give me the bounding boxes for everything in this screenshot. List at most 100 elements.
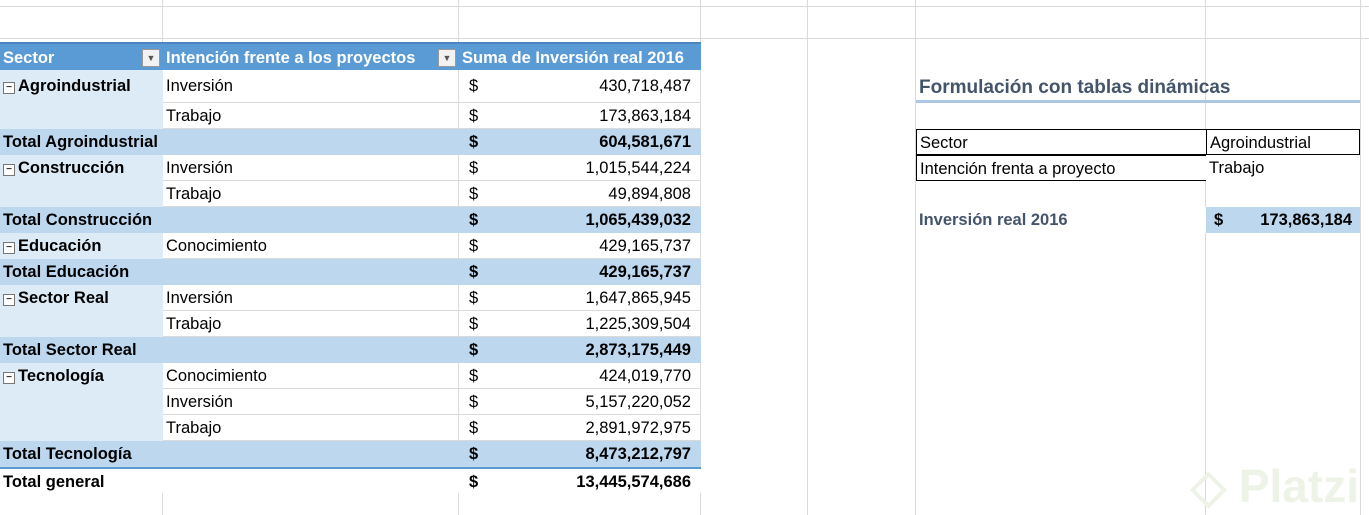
row-sector[interactable] [0,415,163,441]
header-label: Suma de Inversión real 2016 [462,49,684,67]
sector-label: Construcción [18,159,125,177]
row-sector[interactable] [0,311,163,337]
value-amount: 429,165,737 [599,237,691,255]
row-value[interactable]: $1,225,309,504 [459,311,701,337]
total-label: Total Construcción [0,207,459,233]
row-intent[interactable]: Conocimiento [163,233,459,259]
currency-symbol: $ [469,315,479,333]
row-sector[interactable] [0,389,163,415]
row-sector[interactable] [0,181,163,207]
currency-symbol: $ [469,445,479,463]
sector-label: Agroindustrial [18,77,131,95]
currency-symbol: $ [469,159,479,177]
row-intent[interactable]: Conocimiento [163,363,459,389]
sector-label: Sector Real [18,289,109,307]
filter-dropdown-icon[interactable]: ▼ [142,49,160,67]
platzi-watermark-logo: ◇ Platzi [1190,460,1359,512]
value-amount: 2,891,972,975 [585,419,691,437]
value-amount: 429,165,737 [599,263,691,281]
total-label: Total Educación [0,259,459,285]
value-amount: 1,065,439,032 [585,211,691,229]
header-sum[interactable]: Suma de Inversión real 2016 [459,42,701,70]
row-sector[interactable]: − Construcción [0,155,163,181]
row-value[interactable]: $1,015,544,224 [459,155,701,181]
sector-label: Educación [18,237,102,255]
collapse-icon[interactable]: − [3,242,15,254]
value-amount: 13,445,574,686 [576,473,691,491]
collapse-icon[interactable]: − [3,372,15,384]
collapse-icon[interactable]: − [3,82,15,94]
row-sector[interactable] [0,103,163,129]
row-intent[interactable]: Trabajo [163,103,459,129]
currency-symbol: $ [469,237,479,255]
currency-symbol: $ [1214,211,1224,229]
row-value[interactable]: $1,065,439,032 [459,207,701,233]
grand-total-label: Total general [0,467,459,493]
row-value[interactable]: $49,894,808 [459,181,701,207]
currency-symbol: $ [469,393,479,411]
currency-symbol: $ [469,133,479,151]
filter-dropdown-icon[interactable]: ▼ [438,49,456,67]
sector-label: Sector [916,129,1207,155]
row-value[interactable]: $2,891,972,975 [459,415,701,441]
row-sector[interactable]: − Tecnología [0,363,163,389]
row-intent[interactable]: Inversión [163,70,459,103]
currency-symbol: $ [469,77,479,95]
row-value[interactable]: $1,647,865,945 [459,285,701,311]
currency-symbol: $ [469,473,479,491]
watermark-text: Platzi [1238,460,1359,512]
result-value: 173,863,184 [1260,211,1352,229]
intent-value-cell[interactable]: Trabajo [1206,155,1360,181]
result-cell[interactable]: $ 173,863,184 [1206,207,1360,233]
row-sector[interactable]: − Agroindustrial [0,70,163,103]
collapse-icon[interactable]: − [3,294,15,306]
value-amount: 1,225,309,504 [585,315,691,333]
sector-value-cell[interactable]: Agroindustrial [1206,129,1360,155]
row-value[interactable]: $430,718,487 [459,70,701,103]
value-amount: 5,157,220,052 [585,393,691,411]
row-value[interactable]: $5,157,220,052 [459,389,701,415]
currency-symbol: $ [469,289,479,307]
header-label: Sector [3,49,55,67]
value-amount: 604,581,671 [599,133,691,151]
row-value[interactable]: $173,863,184 [459,103,701,129]
value-amount: 1,015,544,224 [585,159,691,177]
row-value[interactable]: $429,165,737 [459,233,701,259]
value-amount: 2,873,175,449 [585,341,691,359]
sector-label: Tecnología [18,367,104,385]
value-amount: 430,718,487 [599,77,691,95]
row-value[interactable]: $8,473,212,797 [459,441,701,467]
row-intent[interactable]: Inversión [163,285,459,311]
header-label: Intención frente a los proyectos [166,49,416,67]
value-amount: 424,019,770 [599,367,691,385]
row-value[interactable]: $13,445,574,686 [459,467,701,493]
row-sector[interactable]: − Educación [0,233,163,259]
row-value[interactable]: $424,019,770 [459,363,701,389]
currency-symbol: $ [469,185,479,203]
intent-label: Intención frenta a proyecto [916,155,1207,181]
collapse-icon[interactable]: − [3,164,15,176]
formula-title: Formulación con tablas dinámicas [916,72,1360,103]
row-value[interactable]: $2,873,175,449 [459,337,701,363]
currency-symbol: $ [469,341,479,359]
currency-symbol: $ [469,107,479,125]
row-value[interactable]: $429,165,737 [459,259,701,285]
total-label: Total Agroindustrial [0,129,459,155]
total-label: Total Tecnología [0,441,459,467]
header-sector[interactable]: Sector ▼ [0,42,163,70]
header-intent[interactable]: Intención frente a los proyectos ▼ [163,42,459,70]
row-intent[interactable]: Inversión [163,155,459,181]
row-intent[interactable]: Trabajo [163,415,459,441]
row-intent[interactable]: Inversión [163,389,459,415]
currency-symbol: $ [469,211,479,229]
currency-symbol: $ [469,263,479,281]
result-label: Inversión real 2016 [916,207,1206,233]
currency-symbol: $ [469,367,479,385]
currency-symbol: $ [469,419,479,437]
row-intent[interactable]: Trabajo [163,181,459,207]
value-amount: 8,473,212,797 [585,445,691,463]
row-value[interactable]: $604,581,671 [459,129,701,155]
row-intent[interactable]: Trabajo [163,311,459,337]
row-sector[interactable]: − Sector Real [0,285,163,311]
total-label: Total Sector Real [0,337,459,363]
